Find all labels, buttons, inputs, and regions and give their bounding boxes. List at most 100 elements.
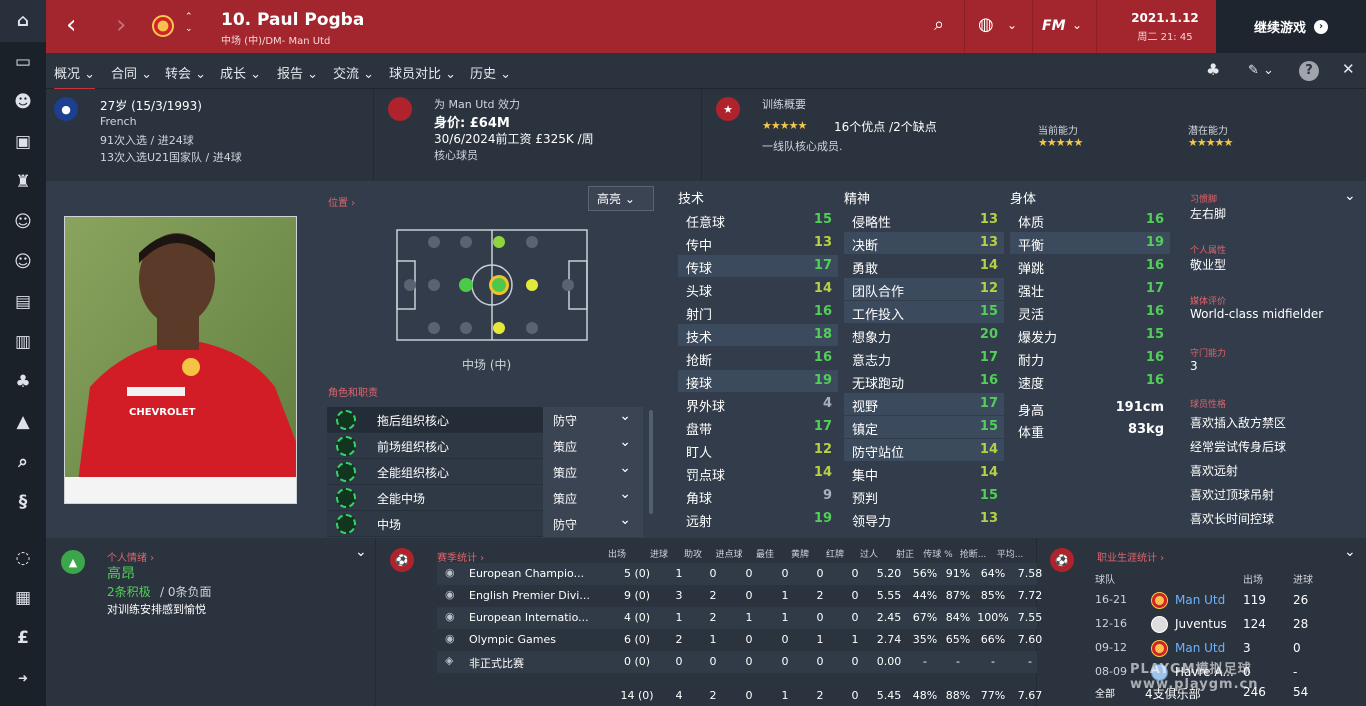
attribute-name: 决断 [852,239,879,254]
season-column-header[interactable]: 黄牌 [780,547,820,560]
forward-icon[interactable]: › [116,12,126,38]
stat-cell: 7.58 [1017,567,1043,580]
role-row[interactable]: 中场 防守 [327,511,643,537]
attribute-row: 远射 19 [678,508,838,530]
position-link[interactable]: 位置 › [328,194,355,209]
training-icon[interactable]: ▲ [0,402,46,442]
tab-contract[interactable]: 合同 ⌄ [111,63,152,82]
fm-logo[interactable]: FM [1042,18,1066,34]
career-team-header: 球队 [1095,575,1115,586]
season-column-header[interactable]: 出场 [597,547,637,560]
highlight-dropdown[interactable]: 高亮 ⌄ [588,186,654,211]
schedule-icon[interactable]: ▤ [0,282,46,322]
duty-dropdown[interactable]: 策应 [543,459,643,485]
trophy-icon[interactable]: ♜ [0,162,46,202]
career-stats-link[interactable]: 职业生涯统计 › [1097,549,1164,564]
role-row[interactable]: 全能组织核心 策应 [327,459,643,485]
season-column-header[interactable]: 抢断... [953,547,993,560]
morale-collapse-chevron-icon[interactable]: ⌄ [355,544,367,560]
role-row[interactable]: 拖后组织核心 防守 [327,407,643,433]
table-row[interactable]: ◈ 非正式比赛 0 (0) 0 0 0 0 0 0 0.00- - - - [437,651,1037,673]
role-row[interactable]: 全能中场 策应 [327,485,643,511]
u23-icon[interactable]: ☺ [0,202,46,242]
table-row[interactable]: ◉ English Premier Divi... 9 (0) 3 2 0 1 2 0 5.55 4… [437,585,1042,607]
tab-reports[interactable]: 报告 ⌄ [277,63,318,82]
tab-bar: 概况 ⌄ 合同 ⌄ 转会 ⌄ 成长 ⌄ 报告 ⌄ 交流 ⌄ 球员对比 ⌄ 历史 … [46,53,1366,90]
tab-development[interactable]: 成长 ⌄ [220,63,261,82]
finance-icon[interactable]: £ [0,618,46,658]
continue-button[interactable]: 继续游戏 › [1216,0,1366,53]
position-label: 中场 (中) [462,358,512,372]
scouting-icon[interactable]: ⌕ [0,442,46,482]
squad-icon[interactable]: ☻ [0,82,46,122]
back-icon[interactable]: ‹ [66,12,76,38]
contract-info: 30/6/2024前工资 £325K /周 [434,132,594,146]
morale-link[interactable]: 个人情绪 › [107,549,154,564]
traits-collapse-chevron-icon[interactable]: ⌄ [1344,188,1356,204]
briefcase-icon[interactable]: ▦ [0,578,46,618]
duty-dropdown[interactable]: 防守 [543,407,643,433]
duty-dropdown[interactable]: 策应 [543,485,643,511]
club-icon[interactable]: ◌ [0,538,46,578]
season-column-header[interactable]: 最佳 [745,547,785,560]
attribute-row: 领导力 13 [844,508,1004,530]
tab-overview[interactable]: 概况 ⌄ [54,63,96,90]
table-row[interactable]: ◉ Olympic Games 6 (0) 2 1 0 0 1 1 2.74 35% 65% 66% 7.… [437,629,1042,651]
season-column-header[interactable]: 传球 % [918,547,958,560]
roles-link[interactable]: 角色和职责 [328,384,378,399]
career-team-link[interactable]: Man Utd [1175,593,1225,607]
tab-comparison[interactable]: 球员对比 ⌄ [389,63,456,82]
edit-icon[interactable]: ✎ ⌄ [1248,63,1274,78]
exit-icon[interactable]: ➜ [0,658,46,698]
globe-icon[interactable]: ◍ [978,14,994,35]
attribute-value: 14 [979,465,998,480]
roles-scrollbar[interactable] [649,410,653,514]
table-row[interactable]: ◉ European Champio... 5 (0) 1 0 0 0 0 0 5.20 56% 91… [437,563,1042,585]
morale-note: 对训练安排感到愉悦 [107,603,206,616]
player-switch-icon[interactable]: ⌃ ⌄ [185,11,193,35]
table-row[interactable]: ◉ European Internatio... 4 (0) 1 2 1 1 0 0 2.45 67… [437,607,1042,629]
tab-interaction[interactable]: 交流 ⌄ [333,63,374,82]
attribute-name: 勇敢 [852,262,879,277]
player-nationality[interactable]: French [100,115,137,128]
tactics-icon[interactable]: ▣ [0,122,46,162]
tab-transfer[interactable]: 转会 ⌄ [165,63,206,82]
tab-label: 历史 [470,67,497,82]
close-icon[interactable]: ✕ [1342,60,1355,78]
stat-cell: 1 [816,633,824,646]
season-stats-link[interactable]: 赛季统计 › [437,549,484,564]
tab-history[interactable]: 历史 ⌄ [470,63,511,82]
mental-heading: 精神 [844,192,871,207]
attribute-name: 集中 [852,469,879,484]
home-icon[interactable]: ⌂ [0,0,46,42]
inbox-icon[interactable]: ▭ [0,42,46,82]
career-team-link[interactable]: Man Utd [1175,641,1225,655]
season-column-header[interactable]: 进点球 [709,547,749,560]
attribute-value: 14 [813,281,832,296]
help-icon[interactable]: ? [1299,61,1319,81]
staff-view-icon[interactable]: ♣ [1206,60,1220,79]
transfer-icon[interactable]: § [0,482,46,522]
staff-icon[interactable]: ♣ [0,362,46,402]
season-column-header[interactable]: 助攻 [673,547,713,560]
attribute-row: 工作投入 15 [844,301,1004,323]
fm-menu-chevron-icon[interactable]: ⌄ [1072,18,1082,32]
role-row[interactable]: 前场组织核心 策应 [327,433,643,459]
attribute-name: 强壮 [1018,285,1045,300]
globe-menu-chevron-icon[interactable]: ⌄ [1007,18,1017,32]
attribute-row: 抢断 16 [678,347,838,369]
competition-name: European Internatio... [469,611,589,624]
attribute-name: 速度 [1018,377,1045,392]
season-column-header[interactable]: 平均... [990,547,1030,560]
trait-item: 喜欢远射 [1190,464,1239,478]
dynamics-icon[interactable]: ▥ [0,322,46,362]
duty-dropdown[interactable]: 防守 [543,511,643,537]
season-column-header[interactable]: 过人 [849,547,889,560]
career-collapse-chevron-icon[interactable]: ⌄ [1344,544,1356,560]
duty-dropdown[interactable]: 策应 [543,433,643,459]
u18-icon[interactable]: ☺ [0,242,46,282]
career-team-link[interactable]: Juventus [1175,617,1227,631]
search-icon[interactable]: ⌕ [934,14,944,35]
stat-cell: 87% [945,589,971,602]
attribute-name: 防守站位 [852,446,905,461]
